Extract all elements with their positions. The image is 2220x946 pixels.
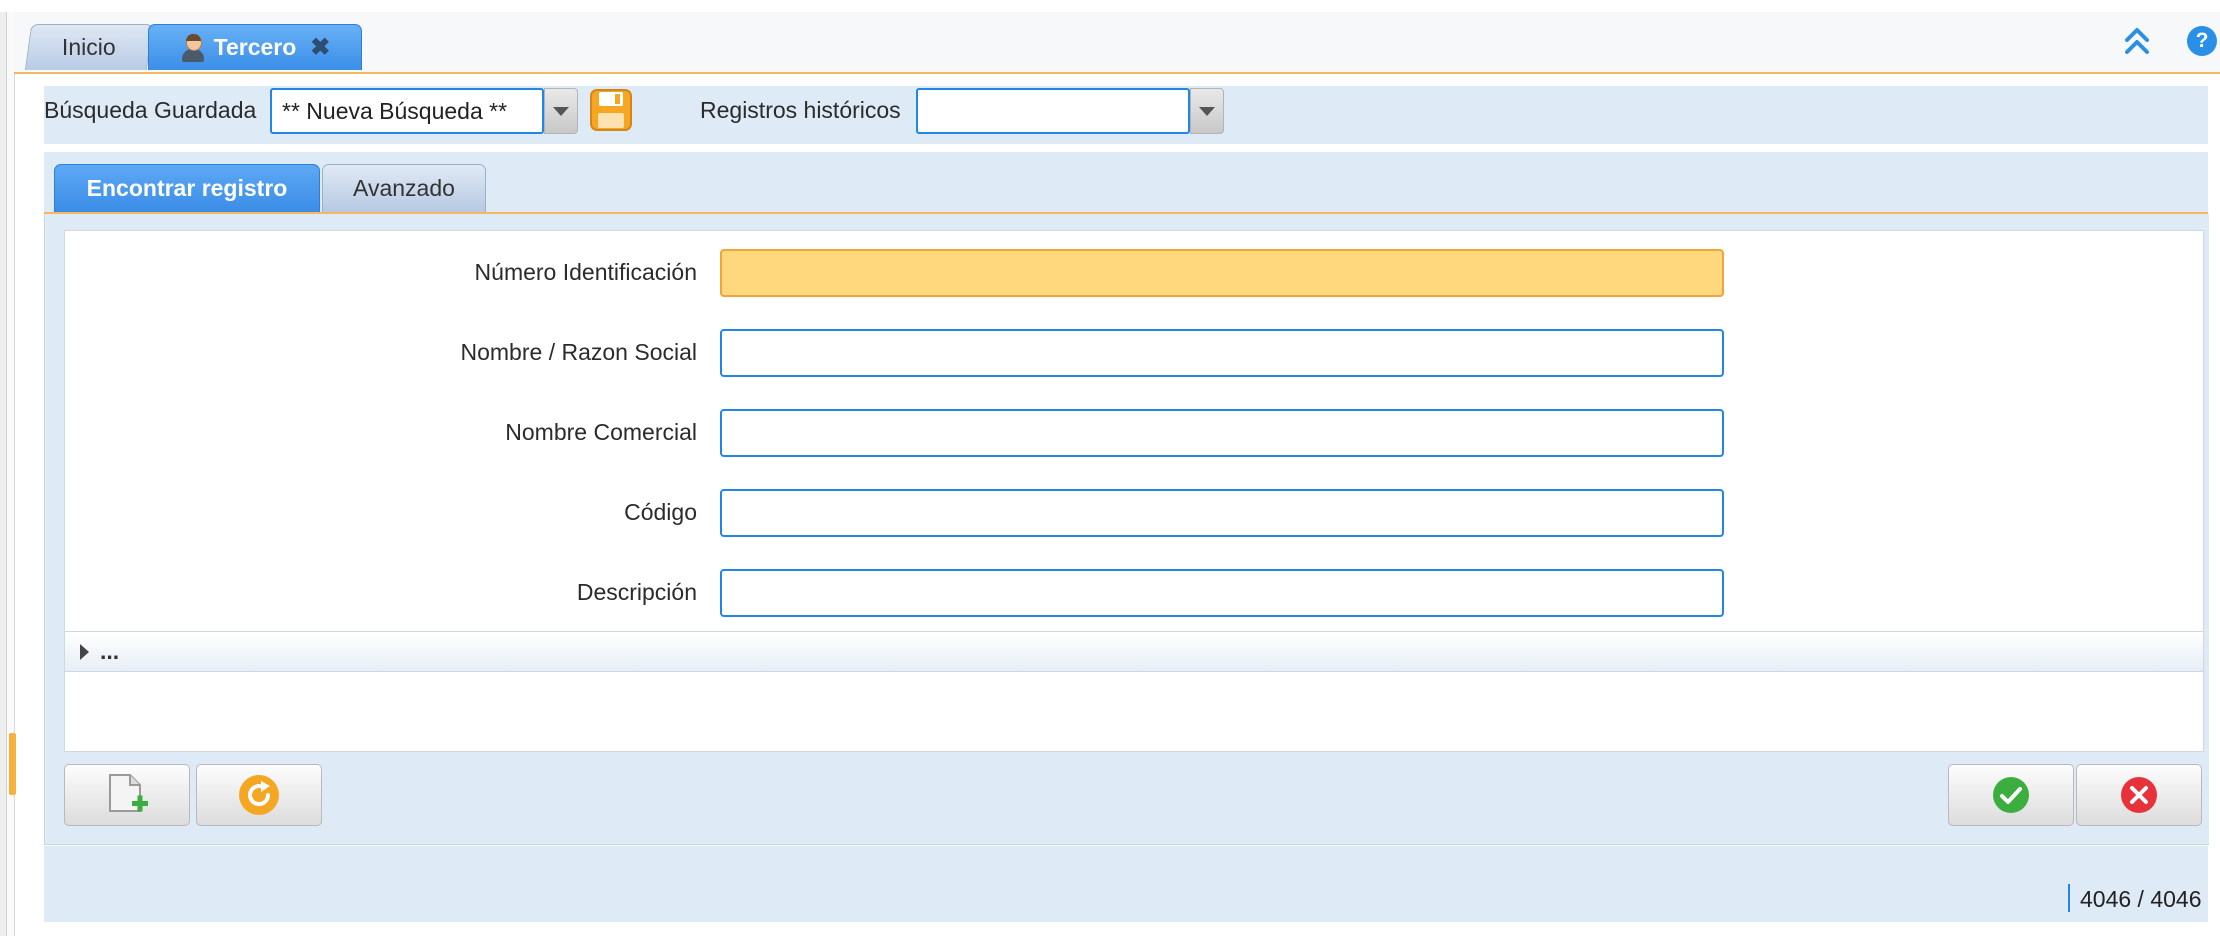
saved-search-dropdown-button[interactable] — [544, 88, 578, 134]
field-label-razon-social: Nombre / Razon Social — [460, 339, 698, 365]
tab-inicio[interactable]: Inicio — [24, 24, 154, 70]
close-icon[interactable]: ✖ — [310, 33, 330, 62]
status-bar — [44, 846, 2208, 922]
tab-advanced[interactable]: Avanzado — [322, 164, 486, 212]
ok-button[interactable] — [1948, 764, 2074, 826]
help-icon[interactable]: ? — [2187, 26, 2217, 56]
cancel-button[interactable] — [2076, 764, 2202, 826]
field-label-descripcion: Descripción — [576, 579, 697, 605]
checkmark-icon — [1993, 777, 2029, 813]
tab-find-record-label: Encontrar registro — [86, 175, 288, 201]
left-frame-bar — [0, 12, 7, 936]
field-label-identificacion: Número Identificación — [474, 259, 697, 285]
field-input-nombre-comercial[interactable] — [720, 409, 1724, 457]
history-select[interactable] — [916, 88, 1190, 134]
app-window: Inicio Tercero ✖ ? Búsqueda Guardada ** … — [0, 0, 2220, 946]
left-frame — [0, 12, 15, 936]
tab-inicio-label: Inicio — [62, 34, 116, 60]
new-record-button[interactable] — [64, 764, 190, 826]
more-fields-label[interactable]: ... — [100, 638, 119, 665]
field-input-razon-social[interactable] — [720, 329, 1724, 377]
extra-fields-panel — [64, 672, 2204, 752]
field-input-codigo[interactable] — [720, 489, 1724, 537]
refresh-icon — [239, 775, 279, 815]
double-chevron-up-icon[interactable] — [2120, 24, 2154, 58]
tab-tercero-label: Tercero — [213, 34, 297, 60]
tab-advanced-label: Avanzado — [353, 175, 455, 201]
status-separator — [2068, 884, 2070, 912]
saved-search-label: Búsqueda Guardada — [44, 97, 257, 123]
field-label-codigo: Código — [624, 499, 697, 525]
user-icon — [180, 33, 206, 62]
side-panel-handle[interactable] — [9, 733, 16, 795]
refresh-button[interactable] — [196, 764, 322, 826]
expand-triangle-icon[interactable] — [80, 644, 89, 660]
tab-find-record[interactable]: Encontrar registro — [54, 164, 320, 212]
field-input-identificacion[interactable] — [720, 249, 1724, 297]
cancel-icon — [2121, 777, 2157, 813]
chevron-down-icon — [1199, 106, 1215, 116]
saved-search-select[interactable]: ** Nueva Búsqueda ** — [270, 88, 544, 134]
floppy-disk-icon[interactable] — [589, 88, 633, 132]
chevron-down-icon — [553, 106, 569, 116]
more-fields-toggle[interactable] — [64, 632, 2204, 672]
history-label: Registros históricos — [700, 97, 901, 123]
saved-search-value: ** Nueva Búsqueda ** — [282, 97, 508, 124]
record-count: 4046 / 4046 — [2080, 886, 2202, 912]
new-document-icon — [109, 774, 148, 812]
field-input-descripcion[interactable] — [720, 569, 1724, 617]
field-label-nombre-comercial: Nombre Comercial — [505, 419, 697, 445]
tab-tercero[interactable]: Tercero ✖ — [148, 24, 362, 70]
history-dropdown-button[interactable] — [1190, 88, 1224, 134]
